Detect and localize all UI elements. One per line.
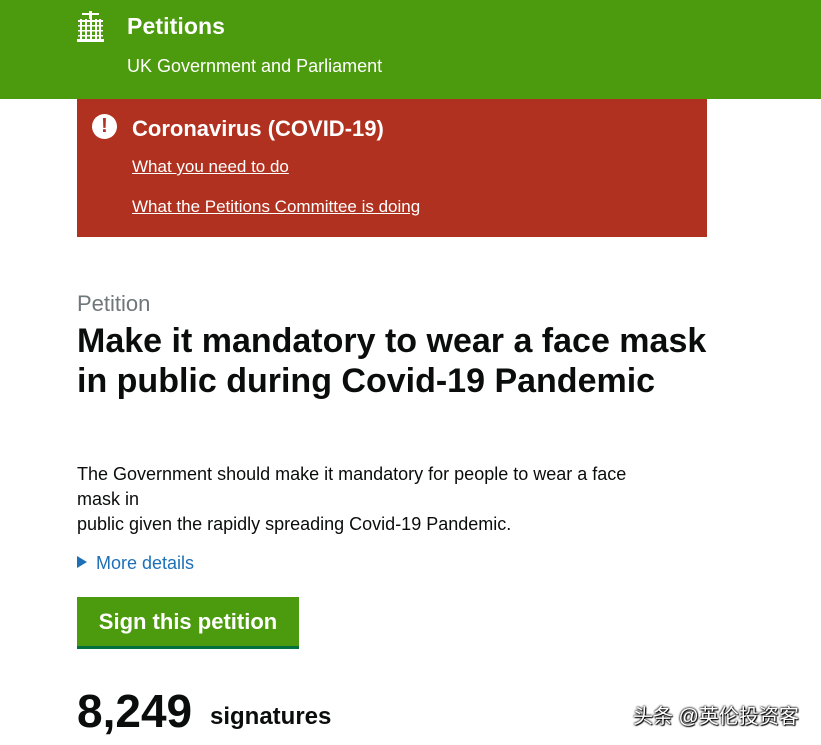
exclamation-icon: ! <box>92 114 117 139</box>
signature-label: signatures <box>210 703 332 730</box>
more-details-label: More details <box>96 553 195 573</box>
covid-alert-banner: ! Coronavirus (COVID-19) What you need t… <box>77 99 707 237</box>
site-title[interactable]: Petitions <box>127 13 225 40</box>
alert-title: Coronavirus (COVID-19) <box>132 116 384 141</box>
petition-summary: The Government should make it mandatory … <box>77 462 717 537</box>
petition-title: Make it mandatory to wear a face mask in… <box>77 322 707 400</box>
summary-line: The Government should make it mandatory … <box>77 464 627 484</box>
watermark: 头条 @英伦投资客 <box>633 706 799 728</box>
site-subtitle: UK Government and Parliament <box>127 56 383 76</box>
triangle-right-icon <box>77 556 87 568</box>
sign-petition-button[interactable]: Sign this petition <box>77 597 299 649</box>
site-header: Petitions UK Government and Parliament <box>0 0 821 99</box>
signature-count: 8,249 <box>77 685 193 737</box>
petition-eyebrow: Petition <box>77 291 151 316</box>
more-details-toggle[interactable]: More details <box>77 553 194 574</box>
summary-line: public given the rapidly spreading Covid… <box>77 514 512 534</box>
petitions-committee-link[interactable]: What the Petitions Committee is doing <box>132 197 420 217</box>
what-you-need-to-do-link[interactable]: What you need to do <box>132 157 289 177</box>
portcullis-icon[interactable] <box>77 11 104 42</box>
summary-line: mask in <box>77 489 140 509</box>
